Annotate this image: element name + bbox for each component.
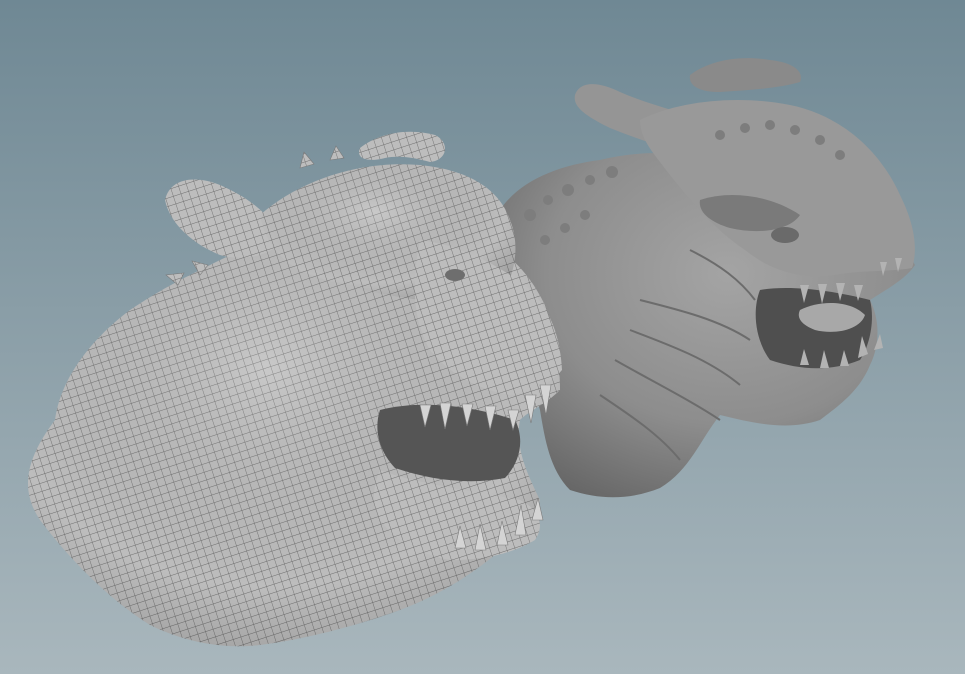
- viewport-canvas[interactable]: [0, 0, 965, 674]
- wire-eye: [445, 269, 465, 281]
- sculpt-eye: [771, 227, 799, 243]
- 3d-viewport[interactable]: [0, 0, 965, 674]
